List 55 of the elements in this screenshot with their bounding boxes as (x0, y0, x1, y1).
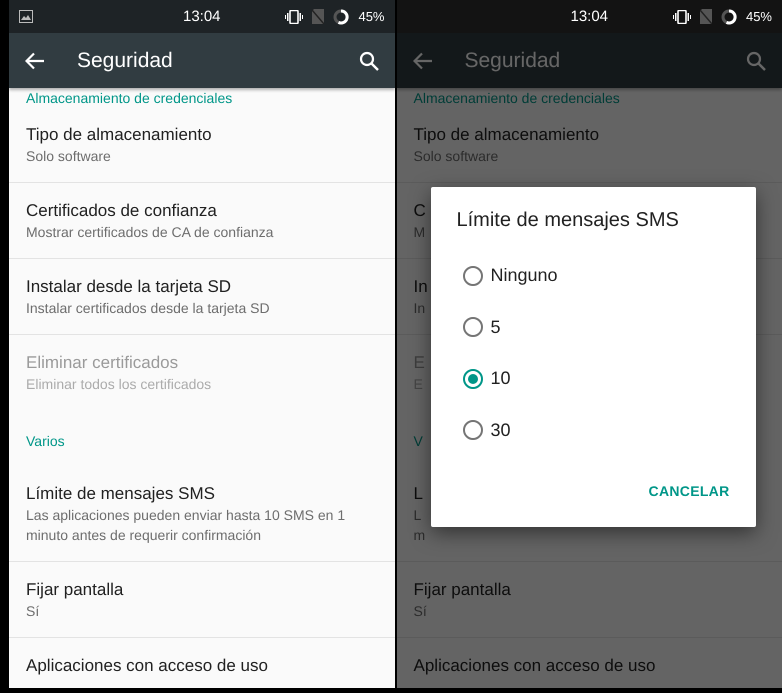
screen-title: Seguridad (77, 48, 174, 72)
item-title: Eliminar certificados (26, 352, 178, 374)
clock-time: 13:04 (570, 8, 608, 25)
settings-item[interactable]: Instalar desde la tarjeta SD Instalar certificados desde la tarjeta SD (9, 259, 394, 335)
item-summary: Solo software (26, 147, 111, 166)
back-arrow-icon[interactable] (25, 52, 45, 70)
item-title: Límite de mensajes SMS (26, 483, 215, 505)
item-title: Fijar pantalla (26, 579, 124, 601)
battery-percent: 45% (746, 9, 772, 24)
radio-option[interactable]: 30 (456, 404, 730, 456)
item-summary: M (414, 223, 426, 242)
item-summary: Solo software (414, 147, 498, 166)
item-title: Aplicaciones con acceso de uso (26, 655, 268, 677)
settings-item[interactable]: Aplicaciones con acceso de uso (9, 638, 394, 688)
item-summary: Mostrar certificados de CA de confianza (26, 223, 274, 242)
item-title: Aplicaciones con acceso de uso (414, 655, 656, 677)
item-title: Instalar desde la tarjeta SD (26, 276, 232, 298)
radio-option[interactable]: Ninguno (456, 250, 730, 302)
item-title: L (414, 483, 423, 505)
cancel-button[interactable]: CANCELAR (648, 479, 730, 503)
item-summary: Sí (414, 602, 427, 621)
battery-ring-icon (333, 8, 350, 24)
section-header: Almacenamiento de credenciales (26, 89, 232, 107)
picture-icon (19, 10, 33, 23)
dialog-title: Límite de mensajes SMS (456, 209, 680, 232)
item-summary: Eliminar todos los certificados (26, 375, 212, 394)
battery-percent: 45% (358, 9, 384, 24)
section-header: Varios (26, 432, 65, 450)
item-summary: L m (414, 506, 426, 545)
item-summary: Sí (26, 602, 40, 621)
item-title: C (414, 200, 426, 222)
settings-item[interactable]: Fijar pantalla Sí (9, 562, 394, 638)
battery-ring-icon (720, 8, 737, 24)
radio-option[interactable]: 5 (456, 302, 730, 353)
section-header: V (414, 432, 423, 450)
settings-item[interactable]: Tipo de almacenamiento Solo software (9, 107, 394, 183)
settings-item[interactable]: Límite de mensajes SMS Las aplicaciones pueden enviar hasta 10 SMS en 1 minuto antes de requerir confirmación (9, 466, 394, 562)
search-icon[interactable] (358, 50, 378, 70)
clock-time: 13:04 (182, 8, 221, 25)
item-title: Fijar pantalla (414, 579, 511, 601)
item-title: Certificados de confianza (26, 200, 217, 222)
item-summary: In (414, 299, 426, 318)
item-title: Tipo de almacenamiento (414, 124, 600, 146)
vibrate-icon (672, 10, 691, 24)
radio-option[interactable]: 10 (456, 353, 730, 404)
item-title: Tipo de almacenamiento (26, 124, 212, 146)
screen-title: Seguridad (464, 48, 562, 72)
item-summary: Las aplicaciones pueden enviar hasta 10 SMS en 1 minuto antes de requerir confirmación (26, 506, 346, 545)
section-header: Almacenamiento de credenciales (414, 89, 620, 107)
item-title: In (414, 276, 428, 298)
no-sim-icon (312, 9, 324, 24)
settings-item[interactable]: Certificados de confianza Mostrar certificados de CA de confianza (9, 183, 394, 259)
vibrate-icon (285, 10, 304, 24)
no-sim-icon (700, 9, 712, 24)
item-summary: Instalar certificados desde la tarjeta SD (26, 299, 270, 318)
